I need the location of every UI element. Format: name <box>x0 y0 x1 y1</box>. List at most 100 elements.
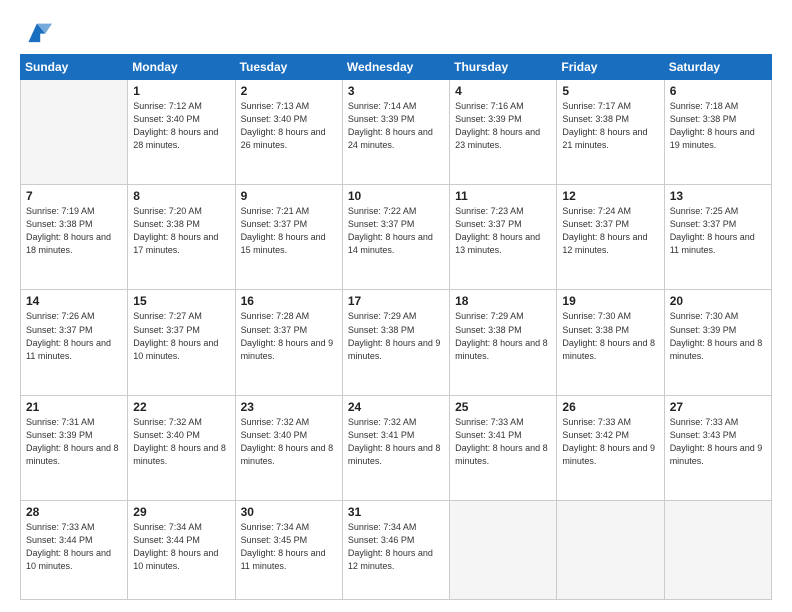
weekday-header-sunday: Sunday <box>21 55 128 80</box>
logo-icon <box>20 18 52 46</box>
cell-info: Sunrise: 7:33 AMSunset: 3:42 PMDaylight:… <box>562 416 658 468</box>
cell-info: Sunrise: 7:14 AMSunset: 3:39 PMDaylight:… <box>348 100 444 152</box>
day-number: 10 <box>348 189 444 203</box>
cell-info: Sunrise: 7:26 AMSunset: 3:37 PMDaylight:… <box>26 310 122 362</box>
cell-info: Sunrise: 7:21 AMSunset: 3:37 PMDaylight:… <box>241 205 337 257</box>
logo <box>20 18 56 46</box>
week-row-3: 14 Sunrise: 7:26 AMSunset: 3:37 PMDayligh… <box>21 290 772 395</box>
calendar-cell: 2 Sunrise: 7:13 AMSunset: 3:40 PMDaylight… <box>235 80 342 185</box>
day-number: 1 <box>133 84 229 98</box>
day-number: 16 <box>241 294 337 308</box>
calendar-cell: 14 Sunrise: 7:26 AMSunset: 3:37 PMDayligh… <box>21 290 128 395</box>
cell-info: Sunrise: 7:25 AMSunset: 3:37 PMDaylight:… <box>670 205 766 257</box>
day-number: 20 <box>670 294 766 308</box>
day-number: 4 <box>455 84 551 98</box>
day-number: 28 <box>26 505 122 519</box>
day-number: 19 <box>562 294 658 308</box>
calendar-cell: 5 Sunrise: 7:17 AMSunset: 3:38 PMDaylight… <box>557 80 664 185</box>
day-number: 18 <box>455 294 551 308</box>
day-number: 8 <box>133 189 229 203</box>
calendar-table: SundayMondayTuesdayWednesdayThursdayFrid… <box>20 54 772 600</box>
cell-info: Sunrise: 7:32 AMSunset: 3:40 PMDaylight:… <box>241 416 337 468</box>
day-number: 2 <box>241 84 337 98</box>
weekday-header-friday: Friday <box>557 55 664 80</box>
weekday-header-monday: Monday <box>128 55 235 80</box>
day-number: 11 <box>455 189 551 203</box>
week-row-4: 21Sunrise: 7:31 AMSunset: 3:39 PMDayligh… <box>21 395 772 500</box>
calendar-cell: 12 Sunrise: 7:24 AMSunset: 3:37 PMDayligh… <box>557 185 664 290</box>
calendar-cell: 10 Sunrise: 7:22 AMSunset: 3:37 PMDayligh… <box>342 185 449 290</box>
day-number: 29 <box>133 505 229 519</box>
cell-info: Sunrise: 7:30 AMSunset: 3:39 PMDaylight:… <box>670 310 766 362</box>
day-number: 9 <box>241 189 337 203</box>
cell-info: Sunrise: 7:12 AMSunset: 3:40 PMDaylight:… <box>133 100 229 152</box>
week-row-1: 1 Sunrise: 7:12 AMSunset: 3:40 PMDaylight… <box>21 80 772 185</box>
week-row-2: 7Sunrise: 7:19 AMSunset: 3:38 PMDaylight… <box>21 185 772 290</box>
calendar-cell: 22Sunrise: 7:32 AMSunset: 3:40 PMDayligh… <box>128 395 235 500</box>
day-number: 30 <box>241 505 337 519</box>
weekday-header-wednesday: Wednesday <box>342 55 449 80</box>
day-number: 15 <box>133 294 229 308</box>
day-number: 3 <box>348 84 444 98</box>
cell-info: Sunrise: 7:18 AMSunset: 3:38 PMDaylight:… <box>670 100 766 152</box>
calendar-cell: 8 Sunrise: 7:20 AMSunset: 3:38 PMDaylight… <box>128 185 235 290</box>
calendar-cell: 26 Sunrise: 7:33 AMSunset: 3:42 PMDayligh… <box>557 395 664 500</box>
cell-info: Sunrise: 7:34 AMSunset: 3:44 PMDaylight:… <box>133 521 229 573</box>
calendar-cell: 4 Sunrise: 7:16 AMSunset: 3:39 PMDaylight… <box>450 80 557 185</box>
weekday-header-tuesday: Tuesday <box>235 55 342 80</box>
day-number: 25 <box>455 400 551 414</box>
day-number: 26 <box>562 400 658 414</box>
day-number: 12 <box>562 189 658 203</box>
day-number: 17 <box>348 294 444 308</box>
calendar-cell <box>664 500 771 599</box>
cell-info: Sunrise: 7:33 AMSunset: 3:43 PMDaylight:… <box>670 416 766 468</box>
week-row-5: 28Sunrise: 7:33 AMSunset: 3:44 PMDayligh… <box>21 500 772 599</box>
calendar-cell: 25 Sunrise: 7:33 AMSunset: 3:41 PMDayligh… <box>450 395 557 500</box>
calendar-cell: 27 Sunrise: 7:33 AMSunset: 3:43 PMDayligh… <box>664 395 771 500</box>
day-number: 14 <box>26 294 122 308</box>
calendar-cell: 28Sunrise: 7:33 AMSunset: 3:44 PMDayligh… <box>21 500 128 599</box>
cell-info: Sunrise: 7:32 AMSunset: 3:40 PMDaylight:… <box>133 416 229 468</box>
day-number: 5 <box>562 84 658 98</box>
calendar-cell: 9 Sunrise: 7:21 AMSunset: 3:37 PMDaylight… <box>235 185 342 290</box>
calendar-cell: 11 Sunrise: 7:23 AMSunset: 3:37 PMDayligh… <box>450 185 557 290</box>
calendar-cell: 1 Sunrise: 7:12 AMSunset: 3:40 PMDaylight… <box>128 80 235 185</box>
cell-info: Sunrise: 7:13 AMSunset: 3:40 PMDaylight:… <box>241 100 337 152</box>
day-number: 13 <box>670 189 766 203</box>
cell-info: Sunrise: 7:20 AMSunset: 3:38 PMDaylight:… <box>133 205 229 257</box>
cell-info: Sunrise: 7:16 AMSunset: 3:39 PMDaylight:… <box>455 100 551 152</box>
cell-info: Sunrise: 7:33 AMSunset: 3:41 PMDaylight:… <box>455 416 551 468</box>
cell-info: Sunrise: 7:23 AMSunset: 3:37 PMDaylight:… <box>455 205 551 257</box>
calendar-cell: 19Sunrise: 7:30 AMSunset: 3:38 PMDayligh… <box>557 290 664 395</box>
calendar-cell <box>557 500 664 599</box>
cell-info: Sunrise: 7:27 AMSunset: 3:37 PMDaylight:… <box>133 310 229 362</box>
weekday-header-saturday: Saturday <box>664 55 771 80</box>
page: SundayMondayTuesdayWednesdayThursdayFrid… <box>0 0 792 612</box>
calendar-cell: 15 Sunrise: 7:27 AMSunset: 3:37 PMDayligh… <box>128 290 235 395</box>
cell-info: Sunrise: 7:24 AMSunset: 3:37 PMDaylight:… <box>562 205 658 257</box>
day-number: 23 <box>241 400 337 414</box>
calendar-cell: 24Sunrise: 7:32 AMSunset: 3:41 PMDayligh… <box>342 395 449 500</box>
day-number: 21 <box>26 400 122 414</box>
calendar-cell: 23 Sunrise: 7:32 AMSunset: 3:40 PMDayligh… <box>235 395 342 500</box>
weekday-header-thursday: Thursday <box>450 55 557 80</box>
cell-info: Sunrise: 7:19 AMSunset: 3:38 PMDaylight:… <box>26 205 122 257</box>
day-number: 6 <box>670 84 766 98</box>
calendar-cell <box>21 80 128 185</box>
calendar-cell: 16Sunrise: 7:28 AMSunset: 3:37 PMDayligh… <box>235 290 342 395</box>
calendar-cell: 6 Sunrise: 7:18 AMSunset: 3:38 PMDaylight… <box>664 80 771 185</box>
day-number: 31 <box>348 505 444 519</box>
calendar-cell: 21Sunrise: 7:31 AMSunset: 3:39 PMDayligh… <box>21 395 128 500</box>
day-number: 27 <box>670 400 766 414</box>
calendar-cell: 7Sunrise: 7:19 AMSunset: 3:38 PMDaylight… <box>21 185 128 290</box>
header <box>20 18 772 46</box>
calendar-cell: 13 Sunrise: 7:25 AMSunset: 3:37 PMDayligh… <box>664 185 771 290</box>
cell-info: Sunrise: 7:22 AMSunset: 3:37 PMDaylight:… <box>348 205 444 257</box>
calendar-cell: 17Sunrise: 7:29 AMSunset: 3:38 PMDayligh… <box>342 290 449 395</box>
cell-info: Sunrise: 7:34 AMSunset: 3:45 PMDaylight:… <box>241 521 337 573</box>
cell-info: Sunrise: 7:32 AMSunset: 3:41 PMDaylight:… <box>348 416 444 468</box>
cell-info: Sunrise: 7:17 AMSunset: 3:38 PMDaylight:… <box>562 100 658 152</box>
calendar-cell: 20 Sunrise: 7:30 AMSunset: 3:39 PMDayligh… <box>664 290 771 395</box>
calendar-cell: 30 Sunrise: 7:34 AMSunset: 3:45 PMDayligh… <box>235 500 342 599</box>
weekday-header-row: SundayMondayTuesdayWednesdayThursdayFrid… <box>21 55 772 80</box>
